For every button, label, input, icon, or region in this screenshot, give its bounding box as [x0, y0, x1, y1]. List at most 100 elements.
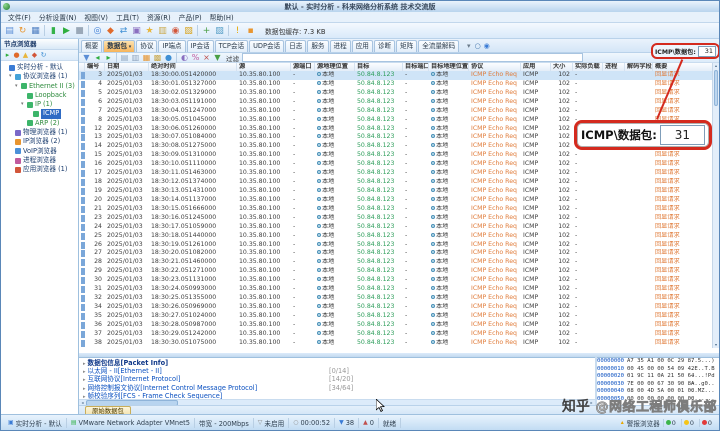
table-row[interactable]: 262025/01/0318:30:19.05126100010.35.80.1… [79, 241, 712, 250]
export-packets-icon[interactable]: ▼ [81, 53, 92, 62]
tools-icon[interactable]: + [200, 26, 213, 36]
tab[interactable]: 服务 [307, 40, 328, 52]
folder-icon[interactable]: ▧ [182, 26, 195, 36]
tab[interactable]: IP会话 [187, 40, 214, 52]
table-row[interactable]: 342025/01/0318:30:26.05096900010.35.80.1… [79, 303, 712, 312]
scroll-up-icon[interactable]: ▴ [713, 63, 719, 69]
tree-item[interactable]: 进程浏览器 [1, 156, 78, 165]
column-header[interactable]: 解码字段 [625, 63, 653, 71]
expander-icon[interactable]: ▸ [83, 369, 86, 375]
chart-icon[interactable]: ▥ [156, 26, 169, 36]
locate-node-icon[interactable]: ▲ [21, 51, 30, 59]
menu-item[interactable]: 帮助(H) [206, 12, 238, 22]
table-row[interactable]: 372025/01/0318:30:29.05124200010.35.80.1… [79, 330, 712, 339]
column-header[interactable]: 日期 [105, 63, 149, 71]
hex-view-icon[interactable]: ▥ [130, 53, 141, 62]
table-row[interactable]: 312025/01/0318:30:24.05099300010.35.80.1… [79, 285, 712, 294]
tree-item[interactable]: 实时分析 - 默认 [1, 63, 78, 72]
prev-packet-icon[interactable]: ◂ [92, 53, 103, 62]
expander-icon[interactable]: ▸ [83, 386, 86, 392]
tab[interactable]: IP端点 [158, 40, 185, 52]
decode-field-row[interactable]: ▸帧校验序列[FCS - Frame Check Sequence] [79, 392, 595, 399]
column-header[interactable]: 编号 [85, 63, 105, 71]
decode-field-row[interactable]: ▸网络控制报文协议[Internet Control Message Proto… [79, 384, 595, 392]
adapter-icon[interactable]: ▮ [47, 26, 60, 36]
table-row[interactable]: 322025/01/0318:30:25.05135500010.35.80.1… [79, 294, 712, 303]
table-row[interactable]: 282025/01/0318:30:21.05146000010.35.80.1… [79, 258, 712, 267]
alarm-icon[interactable]: ! [231, 26, 244, 36]
menu-item[interactable]: 文件(F) [4, 12, 35, 22]
column-header[interactable]: 应用 [521, 63, 551, 71]
report-icon[interactable]: ▨ [213, 26, 226, 36]
table-row[interactable]: 302025/01/0318:30:23.05113100010.35.80.1… [79, 276, 712, 285]
relative-time-icon[interactable]: % [190, 53, 201, 62]
stop-capture-icon[interactable]: ■ [73, 26, 86, 36]
tab[interactable]: 概要 [81, 40, 102, 52]
save-icon[interactable]: ▦ [29, 26, 42, 36]
analysis-settings-icon[interactable]: ◆ [104, 26, 117, 36]
tab[interactable]: 全流量解码 [418, 40, 459, 52]
scroll-down-icon[interactable]: ▾ [713, 342, 719, 348]
column-header[interactable]: 概要 [653, 63, 714, 71]
tab[interactable]: 矩阵 [396, 40, 417, 52]
scroll-thumb[interactable] [714, 70, 718, 106]
table-row[interactable]: 152025/01/0318:30:09.05131000010.35.80.1… [79, 151, 712, 160]
column-header[interactable]: 目标端口 [403, 63, 429, 71]
tab[interactable]: 进程 [330, 40, 351, 52]
add-node-icon[interactable]: ▸ [3, 51, 12, 59]
column-header[interactable]: 实际负载 [573, 63, 603, 71]
decode-view-icon[interactable]: ▤ [119, 53, 130, 62]
alert-counter[interactable]: 0 [663, 419, 678, 427]
tree-item[interactable]: Loopback [1, 91, 78, 100]
column-header[interactable]: 源端口 [291, 63, 315, 71]
table-row[interactable]: 352025/01/0318:30:27.05102400010.35.80.1… [79, 312, 712, 321]
expander-icon[interactable]: ▾ [9, 72, 14, 81]
expander-icon[interactable]: ▾ [21, 100, 26, 109]
table-row[interactable]: 42025/01/0318:30:01.05132700010.35.80.10… [79, 80, 712, 89]
alert-counter[interactable]: 0 [699, 419, 714, 427]
table-row[interactable]: 362025/01/0318:30:28.05098700010.35.80.1… [79, 321, 712, 330]
column-header[interactable]: 大小 [551, 63, 573, 71]
general-settings-icon[interactable]: ◎ [91, 26, 104, 36]
vertical-scrollbar[interactable]: ▴ ▾ [712, 63, 719, 348]
tree-item[interactable]: ICMP [1, 109, 78, 118]
tab-overflow-icon[interactable]: ▾ [464, 42, 473, 50]
table-row[interactable]: 172025/01/0318:30:11.05146300010.35.80.1… [79, 169, 712, 178]
mark-packet-icon[interactable]: ◐ [179, 53, 190, 62]
help-icon[interactable]: ◉ [482, 42, 491, 50]
expander-icon[interactable]: ▸ [83, 361, 86, 367]
tree-item[interactable]: VoIP浏览器 [1, 147, 78, 156]
table-row[interactable]: 292025/01/0318:30:22.05127100010.35.80.1… [79, 267, 712, 276]
tab[interactable]: 应用 [352, 40, 373, 52]
tab[interactable]: 数据包 [103, 40, 135, 52]
table-row[interactable]: 212025/01/0318:30:15.05166600010.35.80.1… [79, 205, 712, 214]
start-capture-icon[interactable]: ▶ [60, 26, 73, 36]
columns-icon[interactable]: ▦ [141, 53, 152, 62]
expander-icon[interactable]: ▾ [15, 82, 20, 91]
column-header[interactable]: 进程 [603, 63, 625, 71]
table-row[interactable]: 272025/01/0318:30:20.05108200010.35.80.1… [79, 249, 712, 258]
menu-item[interactable]: 视图(V) [80, 12, 112, 22]
tab[interactable]: 诊断 [374, 40, 395, 52]
tree-item[interactable]: IP浏览器 (2) [1, 137, 78, 146]
tree-item[interactable]: ▾Ethernet II (3) [1, 82, 78, 91]
autoscroll-icon[interactable]: ● [163, 53, 174, 62]
table-row[interactable]: 182025/01/0318:30:12.05137400010.35.80.1… [79, 178, 712, 187]
column-header[interactable]: 目标 [355, 63, 403, 71]
table-row[interactable]: 62025/01/0318:30:03.05119100010.35.80.10… [79, 98, 712, 107]
column-header[interactable]: 目标地理位置 [429, 63, 469, 71]
table-row[interactable]: 72025/01/0318:30:04.05124700010.35.80.10… [79, 107, 712, 116]
table-row[interactable]: 192025/01/0318:30:13.05143100010.35.80.1… [79, 187, 712, 196]
refresh-node-icon[interactable]: ↻ [39, 51, 48, 59]
table-row[interactable]: 52025/01/0318:30:02.05132900010.35.80.10… [79, 89, 712, 98]
reopen-icon[interactable]: ↻ [16, 26, 29, 36]
table-row[interactable]: 232025/01/0318:30:16.05124500010.35.80.1… [79, 214, 712, 223]
menu-item[interactable]: 资源(R) [143, 12, 175, 22]
log-settings-icon[interactable]: ★ [143, 26, 156, 36]
tab[interactable]: UDP会话 [249, 40, 284, 52]
column-header[interactable]: 绝对时间 [149, 63, 237, 71]
menu-item[interactable]: 产品(P) [175, 12, 206, 22]
table-row[interactable]: 242025/01/0318:30:17.05105900010.35.80.1… [79, 223, 712, 232]
search-icon[interactable]: ○ [473, 42, 482, 50]
decode-field-row[interactable]: ▸互联网协议[Internet Protocol][14/20] [79, 375, 595, 383]
